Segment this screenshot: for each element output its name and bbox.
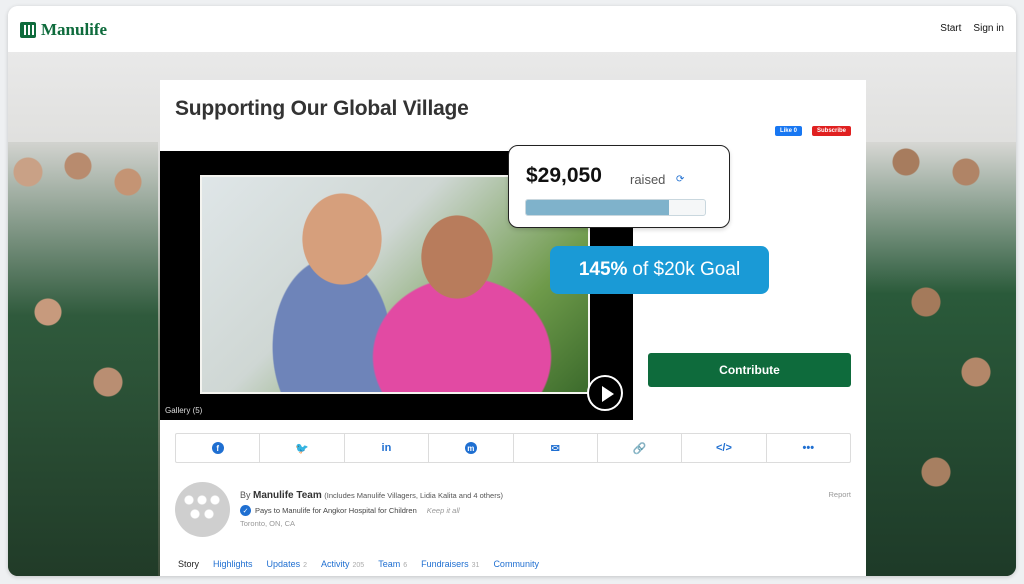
beneficiary-text: Pays to Manulife for Angkor Hospital for… — [255, 506, 417, 515]
messenger-icon: m — [464, 442, 477, 454]
share-email[interactable]: ✉ — [514, 434, 598, 462]
share-twitter[interactable]: 🐦 — [260, 434, 345, 462]
refresh-icon[interactable]: ⟳ — [676, 174, 684, 185]
hero-banner: Supporting Our Global Village Like 0 Sub… — [8, 52, 1016, 576]
twitter-icon: 🐦 — [295, 442, 309, 455]
tab-count: 6 — [403, 562, 408, 569]
share-embed[interactable]: </> — [682, 434, 767, 462]
linkedin-icon: in — [381, 442, 392, 454]
start-link[interactable]: Start — [940, 23, 961, 34]
crowd-photo-right — [866, 142, 1016, 576]
embed-icon: </> — [715, 442, 732, 454]
tab-fundraisers[interactable]: Fundraisers 31 — [421, 559, 479, 569]
manulife-logo[interactable]: Manulife — [20, 20, 107, 40]
goal-percent: 145% — [578, 259, 628, 280]
tab-team[interactable]: Team 6 — [378, 559, 407, 569]
report-link[interactable]: Report — [828, 490, 851, 499]
brand-name: Manulife — [41, 20, 108, 39]
tab-label: Highlights — [213, 559, 253, 569]
facebook-icon: f — [211, 442, 224, 454]
social-buttons: Like 0 Subscribe — [774, 126, 851, 136]
share-more[interactable]: ••• — [767, 434, 850, 462]
share-bar: f 🐦 in m ✉ 🔗 </> ••• — [175, 433, 851, 463]
tab-label: Story — [178, 559, 200, 569]
team-avatar[interactable] — [175, 482, 230, 537]
tab-label: Community — [493, 559, 539, 569]
more-icon: ••• — [802, 442, 815, 454]
tab-label: Activity — [320, 559, 350, 569]
share-linkedin[interactable]: in — [345, 434, 430, 462]
gallery-link[interactable]: Gallery (5) — [165, 406, 202, 415]
tab-label: Updates — [266, 559, 301, 569]
raised-amount: $29,050 — [526, 164, 602, 187]
crowd-photo-left — [8, 142, 158, 576]
location-text: Toronto, ON, CA — [240, 519, 296, 528]
tab-story[interactable]: Story — [178, 559, 199, 569]
tab-count: 31 — [471, 562, 480, 569]
header-nav: Start Sign in — [940, 23, 1004, 34]
tab-label: Team — [378, 559, 401, 569]
browser-frame: Manulife Start Sign in Supporting Our Gl… — [8, 6, 1016, 576]
verified-icon: ✓ — [240, 505, 251, 516]
tab-label: Fundraisers — [421, 559, 469, 569]
youtube-subscribe-button[interactable]: Subscribe — [811, 126, 851, 136]
by-label: By — [240, 490, 251, 500]
goal-badge: 145% of $20k Goal — [550, 246, 769, 294]
share-facebook[interactable]: f — [176, 434, 261, 462]
play-icon[interactable] — [587, 375, 623, 411]
tab-count: 2 — [303, 562, 307, 569]
goal-text: of $20k Goal — [632, 259, 741, 280]
team-includes: (Includes Manulife Villagers, Lidia Kali… — [324, 491, 503, 500]
team-name-link[interactable]: Manulife Team — [253, 490, 322, 501]
contribute-button[interactable]: Contribute — [648, 353, 851, 387]
raised-panel: $29,050 raised ⟳ — [508, 145, 730, 228]
share-messenger[interactable]: m — [429, 434, 514, 462]
email-icon: ✉ — [550, 442, 560, 455]
organizer-line: By Manulife Team (Includes Manulife Vill… — [240, 490, 503, 501]
progress-bar — [525, 199, 706, 216]
top-nav-bar: Manulife Start Sign in — [8, 6, 1016, 52]
progress-fill — [526, 200, 670, 215]
keep-it-all-label: Keep it all — [426, 506, 460, 515]
tab-highlights[interactable]: Highlights — [213, 559, 253, 569]
manulife-logo-icon — [20, 22, 36, 38]
beneficiary-line: ✓ Pays to Manulife for Angkor Hospital f… — [240, 505, 460, 516]
facebook-like-button[interactable]: Like 0 — [774, 126, 802, 136]
sign-in-link[interactable]: Sign in — [973, 23, 1004, 34]
tab-count: 205 — [352, 562, 365, 569]
campaign-tabs: Story Highlights Updates 2 Activity 205 Te… — [178, 559, 539, 569]
tab-community[interactable]: Community — [493, 559, 539, 569]
tab-updates[interactable]: Updates 2 — [267, 559, 307, 569]
raised-label: raised — [630, 172, 666, 187]
share-link[interactable]: 🔗 — [598, 434, 683, 462]
campaign-title: Supporting Our Global Village — [175, 97, 469, 120]
link-icon: 🔗 — [632, 442, 647, 455]
tab-activity[interactable]: Activity 205 — [321, 559, 364, 569]
